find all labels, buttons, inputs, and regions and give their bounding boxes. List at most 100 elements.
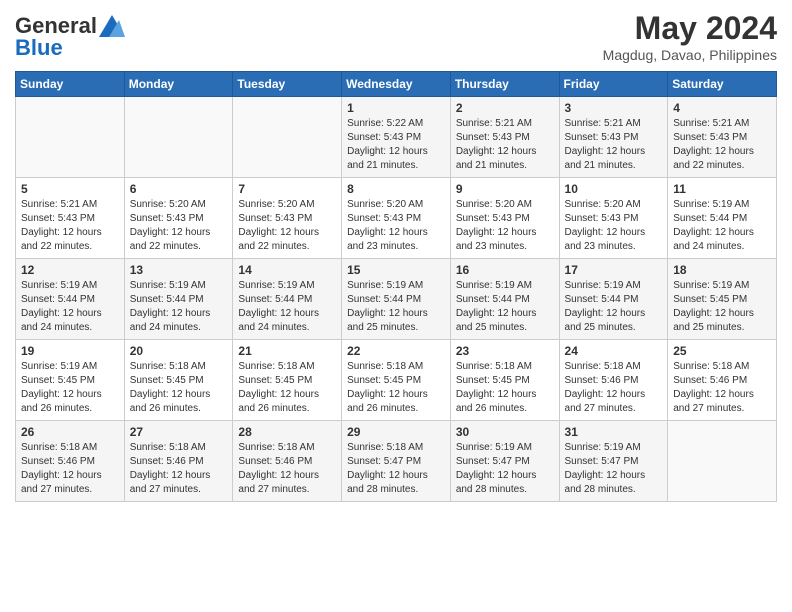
day-number: 19 <box>21 344 119 358</box>
day-number: 27 <box>130 425 228 439</box>
logo-icon <box>99 15 125 37</box>
calendar-week-row: 26 Sunrise: 5:18 AM Sunset: 5:46 PM Dayli… <box>16 421 777 502</box>
calendar-cell: 11Sunrise: 5:19 AM Sunset: 5:44 PM Dayli… <box>668 178 777 259</box>
calendar-cell: 30 Sunrise: 5:19 AM Sunset: 5:47 PM Dayli… <box>450 421 559 502</box>
column-header-thursday: Thursday <box>450 72 559 97</box>
day-number: 26 <box>21 425 119 439</box>
calendar-cell <box>16 97 125 178</box>
calendar-cell: 18Sunrise: 5:19 AM Sunset: 5:45 PM Dayli… <box>668 259 777 340</box>
calendar-cell: 28 Sunrise: 5:18 AM Sunset: 5:46 PM Dayli… <box>233 421 342 502</box>
calendar-cell: 24 Sunrise: 5:18 AM Sunset: 5:46 PM Dayli… <box>559 340 668 421</box>
calendar-table: SundayMondayTuesdayWednesdayThursdayFrid… <box>15 71 777 502</box>
day-number: 5 <box>21 182 119 196</box>
calendar-cell: 16 Sunrise: 5:19 AM Sunset: 5:44 PM Dayli… <box>450 259 559 340</box>
column-header-wednesday: Wednesday <box>342 72 451 97</box>
calendar-cell: 1Sunrise: 5:22 AM Sunset: 5:43 PM Daylig… <box>342 97 451 178</box>
day-info: Sunrise: 5:18 AM Sunset: 5:46 PM Dayligh… <box>21 441 119 497</box>
day-info: Sunrise: 5:19 AM Sunset: 5:44 PM Dayligh… <box>347 279 445 335</box>
day-number: 21 <box>238 344 336 358</box>
day-number: 9 <box>456 182 554 196</box>
month-year-title: May 2024 <box>603 10 777 47</box>
day-info: Sunrise: 5:18 AM Sunset: 5:46 PM Dayligh… <box>130 441 228 497</box>
day-info: Sunrise: 5:19 AM Sunset: 5:45 PM Dayligh… <box>21 360 119 416</box>
day-info: Sunrise: 5:19 AM Sunset: 5:47 PM Dayligh… <box>456 441 554 497</box>
day-number: 23 <box>456 344 554 358</box>
column-header-saturday: Saturday <box>668 72 777 97</box>
day-info: Sunrise: 5:18 AM Sunset: 5:45 PM Dayligh… <box>238 360 336 416</box>
calendar-cell: 25 Sunrise: 5:18 AM Sunset: 5:46 PM Dayli… <box>668 340 777 421</box>
day-info: Sunrise: 5:21 AM Sunset: 5:43 PM Dayligh… <box>456 117 554 173</box>
day-number: 20 <box>130 344 228 358</box>
day-number: 10 <box>565 182 663 196</box>
day-info: Sunrise: 5:19 AM Sunset: 5:44 PM Dayligh… <box>456 279 554 335</box>
day-info: Sunrise: 5:19 AM Sunset: 5:44 PM Dayligh… <box>238 279 336 335</box>
day-number: 18 <box>673 263 771 277</box>
day-number: 16 <box>456 263 554 277</box>
day-info: Sunrise: 5:20 AM Sunset: 5:43 PM Dayligh… <box>456 198 554 254</box>
calendar-cell: 31Sunrise: 5:19 AM Sunset: 5:47 PM Dayli… <box>559 421 668 502</box>
day-number: 28 <box>238 425 336 439</box>
calendar-cell <box>233 97 342 178</box>
day-number: 24 <box>565 344 663 358</box>
calendar-cell: 15 Sunrise: 5:19 AM Sunset: 5:44 PM Dayli… <box>342 259 451 340</box>
calendar-week-row: 1Sunrise: 5:22 AM Sunset: 5:43 PM Daylig… <box>16 97 777 178</box>
day-info: Sunrise: 5:19 AM Sunset: 5:47 PM Dayligh… <box>565 441 663 497</box>
day-info: Sunrise: 5:19 AM Sunset: 5:44 PM Dayligh… <box>565 279 663 335</box>
day-info: Sunrise: 5:19 AM Sunset: 5:44 PM Dayligh… <box>21 279 119 335</box>
day-number: 13 <box>130 263 228 277</box>
day-info: Sunrise: 5:18 AM Sunset: 5:46 PM Dayligh… <box>238 441 336 497</box>
day-info: Sunrise: 5:18 AM Sunset: 5:45 PM Dayligh… <box>347 360 445 416</box>
day-number: 3 <box>565 101 663 115</box>
day-number: 30 <box>456 425 554 439</box>
day-number: 22 <box>347 344 445 358</box>
calendar-cell: 13Sunrise: 5:19 AM Sunset: 5:44 PM Dayli… <box>124 259 233 340</box>
day-info: Sunrise: 5:18 AM Sunset: 5:47 PM Dayligh… <box>347 441 445 497</box>
calendar-cell: 26 Sunrise: 5:18 AM Sunset: 5:46 PM Dayli… <box>16 421 125 502</box>
day-info: Sunrise: 5:18 AM Sunset: 5:46 PM Dayligh… <box>565 360 663 416</box>
location-subtitle: Magdug, Davao, Philippines <box>603 47 777 63</box>
column-header-sunday: Sunday <box>16 72 125 97</box>
calendar-cell: 27 Sunrise: 5:18 AM Sunset: 5:46 PM Dayli… <box>124 421 233 502</box>
day-number: 7 <box>238 182 336 196</box>
day-info: Sunrise: 5:18 AM Sunset: 5:45 PM Dayligh… <box>456 360 554 416</box>
day-info: Sunrise: 5:21 AM Sunset: 5:43 PM Dayligh… <box>565 117 663 173</box>
calendar-cell: 5 Sunrise: 5:21 AM Sunset: 5:43 PM Daylig… <box>16 178 125 259</box>
calendar-cell: 7Sunrise: 5:20 AM Sunset: 5:43 PM Daylig… <box>233 178 342 259</box>
day-number: 29 <box>347 425 445 439</box>
calendar-cell: 20 Sunrise: 5:18 AM Sunset: 5:45 PM Dayli… <box>124 340 233 421</box>
page-header: General Blue May 2024 Magdug, Davao, Phi… <box>15 10 777 63</box>
calendar-cell: 17 Sunrise: 5:19 AM Sunset: 5:44 PM Dayli… <box>559 259 668 340</box>
day-number: 15 <box>347 263 445 277</box>
calendar-week-row: 5 Sunrise: 5:21 AM Sunset: 5:43 PM Daylig… <box>16 178 777 259</box>
calendar-cell: 6 Sunrise: 5:20 AM Sunset: 5:43 PM Daylig… <box>124 178 233 259</box>
day-info: Sunrise: 5:18 AM Sunset: 5:45 PM Dayligh… <box>130 360 228 416</box>
logo: General Blue <box>15 14 125 61</box>
calendar-cell: 4 Sunrise: 5:21 AM Sunset: 5:43 PM Daylig… <box>668 97 777 178</box>
day-number: 4 <box>673 101 771 115</box>
day-number: 17 <box>565 263 663 277</box>
day-info: Sunrise: 5:20 AM Sunset: 5:43 PM Dayligh… <box>565 198 663 254</box>
calendar-cell: 29 Sunrise: 5:18 AM Sunset: 5:47 PM Dayli… <box>342 421 451 502</box>
calendar-cell: 23 Sunrise: 5:18 AM Sunset: 5:45 PM Dayli… <box>450 340 559 421</box>
day-number: 2 <box>456 101 554 115</box>
day-info: Sunrise: 5:18 AM Sunset: 5:46 PM Dayligh… <box>673 360 771 416</box>
day-number: 6 <box>130 182 228 196</box>
calendar-cell: 22 Sunrise: 5:18 AM Sunset: 5:45 PM Dayli… <box>342 340 451 421</box>
day-number: 11 <box>673 182 771 196</box>
calendar-cell: 9 Sunrise: 5:20 AM Sunset: 5:43 PM Daylig… <box>450 178 559 259</box>
day-info: Sunrise: 5:21 AM Sunset: 5:43 PM Dayligh… <box>21 198 119 254</box>
day-info: Sunrise: 5:20 AM Sunset: 5:43 PM Dayligh… <box>347 198 445 254</box>
calendar-week-row: 12Sunrise: 5:19 AM Sunset: 5:44 PM Dayli… <box>16 259 777 340</box>
day-number: 25 <box>673 344 771 358</box>
column-header-tuesday: Tuesday <box>233 72 342 97</box>
calendar-cell: 14 Sunrise: 5:19 AM Sunset: 5:44 PM Dayli… <box>233 259 342 340</box>
calendar-cell: 21 Sunrise: 5:18 AM Sunset: 5:45 PM Dayli… <box>233 340 342 421</box>
day-info: Sunrise: 5:20 AM Sunset: 5:43 PM Dayligh… <box>130 198 228 254</box>
column-header-friday: Friday <box>559 72 668 97</box>
column-header-monday: Monday <box>124 72 233 97</box>
day-number: 14 <box>238 263 336 277</box>
title-block: May 2024 Magdug, Davao, Philippines <box>603 10 777 63</box>
day-info: Sunrise: 5:21 AM Sunset: 5:43 PM Dayligh… <box>673 117 771 173</box>
calendar-cell: 2 Sunrise: 5:21 AM Sunset: 5:43 PM Daylig… <box>450 97 559 178</box>
day-info: Sunrise: 5:22 AM Sunset: 5:43 PM Dayligh… <box>347 117 445 173</box>
